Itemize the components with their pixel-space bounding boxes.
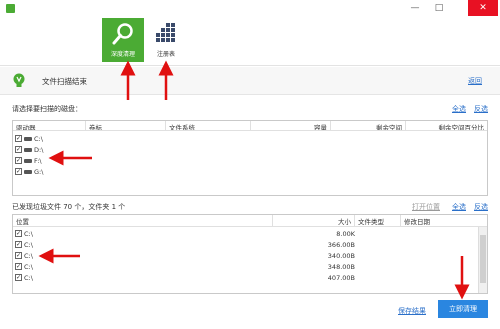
annotation-arrows xyxy=(38,60,470,300)
